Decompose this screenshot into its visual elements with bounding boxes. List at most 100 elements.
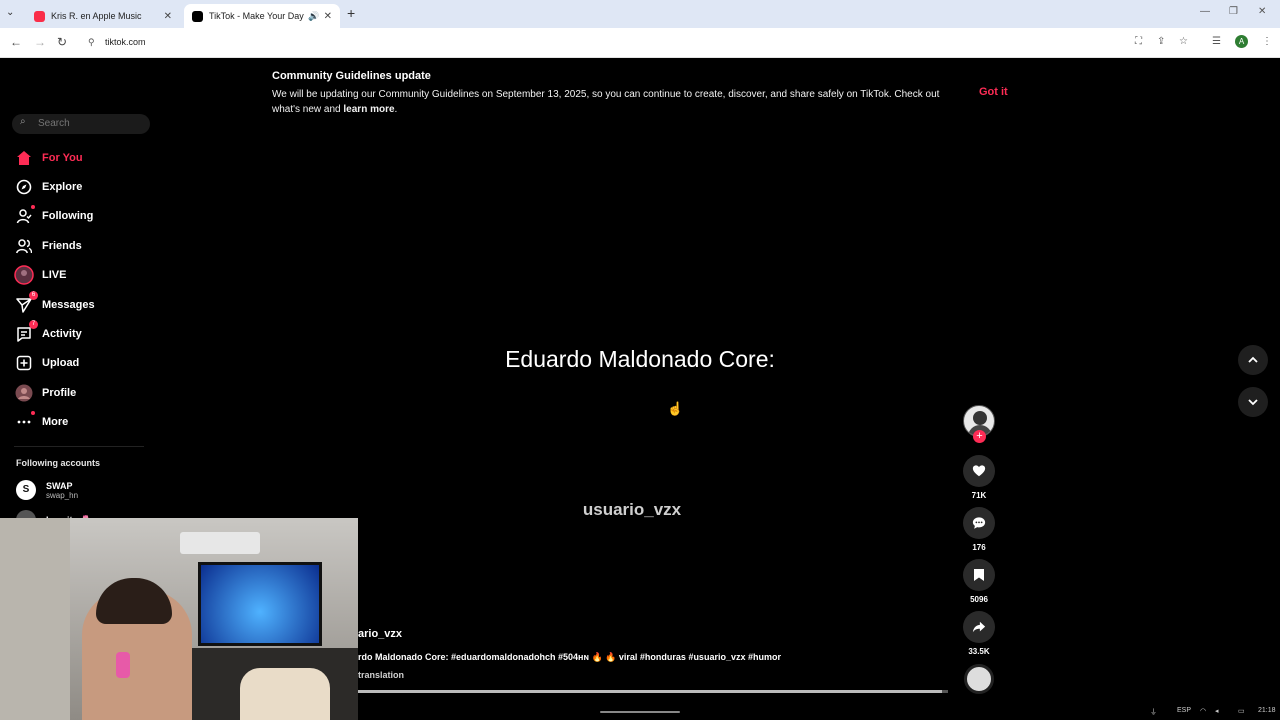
guidelines-banner: Community Guidelines update We will be u… (272, 70, 1012, 117)
search-input[interactable] (38, 116, 138, 130)
messages-icon: 6 (14, 291, 38, 315)
notification-dot (31, 411, 35, 415)
friends-icon (14, 236, 34, 256)
next-video-button[interactable] (1238, 387, 1268, 417)
sidebar-item-label: Explore (42, 181, 83, 193)
translate-icon[interactable]: ⛶ (1135, 36, 1142, 47)
save-count: 5096 (970, 595, 988, 604)
sidebar-item-explore[interactable]: Explore (14, 176, 144, 198)
banner-body: We will be updating our Community Guidel… (272, 87, 962, 117)
previous-video-button[interactable] (1238, 345, 1268, 375)
search-icon: ⌕ (20, 116, 26, 127)
comment-count: 176 (972, 543, 986, 552)
sidebar-item-label: Profile (42, 387, 77, 399)
minimize-icon[interactable]: — (1200, 6, 1210, 17)
close-tab-icon[interactable]: ✕ (164, 11, 172, 22)
home-icon (14, 148, 34, 168)
search-box[interactable]: ⌕ (12, 114, 150, 134)
learn-more-link[interactable]: learn more (343, 104, 394, 115)
browser-tab-bar: ⌄ Kris R. en Apple Music ✕ TikTok - Make… (0, 0, 1280, 28)
video-progress-bar[interactable] (358, 690, 948, 693)
banner-text-end: . (394, 104, 398, 115)
notification-dot (31, 205, 35, 209)
language-indicator[interactable]: ESP (1177, 707, 1191, 714)
share-icon (963, 611, 995, 643)
sidebar-item-more[interactable]: More (14, 411, 144, 433)
bookmark-icon (963, 559, 995, 591)
save-button[interactable]: 5096 (963, 559, 995, 604)
battery-icon[interactable]: ▭ (1238, 707, 1245, 715)
tab-apple-music[interactable]: Kris R. en Apple Music ✕ (26, 4, 180, 28)
volume-icon[interactable]: ◂ (1215, 707, 1219, 715)
sidebar-item-for-you[interactable]: For You (14, 147, 144, 169)
address-bar[interactable]: ⚲ tiktok.com (80, 31, 1200, 55)
video-watermark: usuario_vzx (582, 500, 682, 519)
follow-plus-button[interactable]: + (973, 430, 986, 443)
music-disc-icon[interactable] (964, 664, 994, 694)
sidebar-item-following[interactable]: Following (14, 205, 144, 227)
scroll-indicator (600, 711, 680, 713)
see-translation-link[interactable]: translation (358, 670, 404, 680)
banner-title: Community Guidelines update (272, 70, 431, 82)
close-tab-icon[interactable]: ✕ (324, 11, 332, 22)
reading-list-icon[interactable]: ☰ (1212, 36, 1221, 47)
bookmark-star-icon[interactable]: ☆ (1179, 36, 1188, 47)
sidebar-item-friends[interactable]: Friends (14, 235, 144, 257)
sidebar-item-label: LIVE (42, 269, 67, 281)
close-window-icon[interactable]: ✕ (1258, 6, 1266, 17)
avatar: S (16, 480, 36, 500)
video-caption: rdo Maldonado Core: #eduardomaldonadohch… (358, 652, 781, 662)
chevron-down-icon (1248, 399, 1258, 406)
comment-icon (963, 507, 995, 539)
sidebar-item-profile[interactable]: Profile (14, 382, 144, 404)
reload-icon[interactable]: ↻ (57, 35, 67, 49)
tab-search-icon[interactable]: ⌄ (6, 7, 14, 18)
got-it-button[interactable]: Got it (979, 86, 1008, 98)
sidebar-item-live[interactable]: LIVE (14, 264, 144, 286)
share-count: 33.5K (968, 647, 990, 656)
sidebar-item-messages[interactable]: 6 Messages (14, 291, 144, 316)
messages-badge: 6 (29, 291, 38, 300)
browser-menu-icon[interactable]: ⋮ (1262, 36, 1272, 47)
url-text: tiktok.com (105, 37, 146, 47)
activity-icon: 7 (14, 320, 38, 344)
account-name: SWAP (46, 480, 73, 491)
like-button[interactable]: 71K (963, 455, 995, 500)
compass-icon (14, 177, 34, 197)
tab-tiktok[interactable]: TikTok - Make Your Day 🔊 ✕ (184, 4, 340, 28)
activity-badge: 7 (29, 320, 38, 329)
sidebar-item-label: Following (42, 210, 94, 222)
sidebar-item-label: Friends (42, 240, 82, 252)
account-item[interactable]: S SWAP swap_hn (16, 480, 78, 500)
sidebar-item-label: Messages (42, 299, 95, 311)
profile-avatar[interactable]: A (1235, 35, 1248, 48)
back-icon[interactable]: ← (10, 35, 22, 49)
wifi-icon[interactable]: ◠ (1200, 707, 1206, 715)
sidebar-item-label: More (42, 416, 69, 428)
speaker-icon[interactable]: 🔊 (308, 11, 319, 22)
site-info-icon[interactable]: ⚲ (88, 37, 95, 48)
install-app-icon[interactable]: ⇪ (1157, 36, 1165, 47)
more-icon (14, 411, 35, 432)
webcam-overlay (0, 518, 358, 720)
avatar-face (973, 411, 987, 425)
video-author[interactable]: ario_vzx (358, 628, 402, 640)
profile-icon (14, 383, 34, 403)
webcam-air-conditioner (180, 532, 260, 554)
following-icon (14, 205, 35, 226)
video-player[interactable] (358, 120, 950, 700)
restore-icon[interactable]: ❐ (1229, 6, 1238, 17)
tiktok-favicon-icon (192, 10, 203, 22)
forward-icon[interactable]: → (34, 35, 46, 49)
like-count: 71K (971, 491, 987, 500)
webcam-television (198, 562, 322, 646)
comment-button[interactable]: 176 (963, 507, 995, 552)
share-button[interactable]: 33.5K (963, 611, 995, 656)
progress-fill (358, 690, 943, 693)
webcam-chair (240, 668, 330, 720)
tab-title: Kris R. en Apple Music (51, 11, 142, 21)
new-tab-button[interactable]: + (347, 5, 355, 21)
usb-icon[interactable]: ⏚ (1150, 707, 1157, 717)
sidebar-item-activity[interactable]: 7 Activity (14, 320, 144, 345)
webcam-microphone (116, 652, 130, 678)
